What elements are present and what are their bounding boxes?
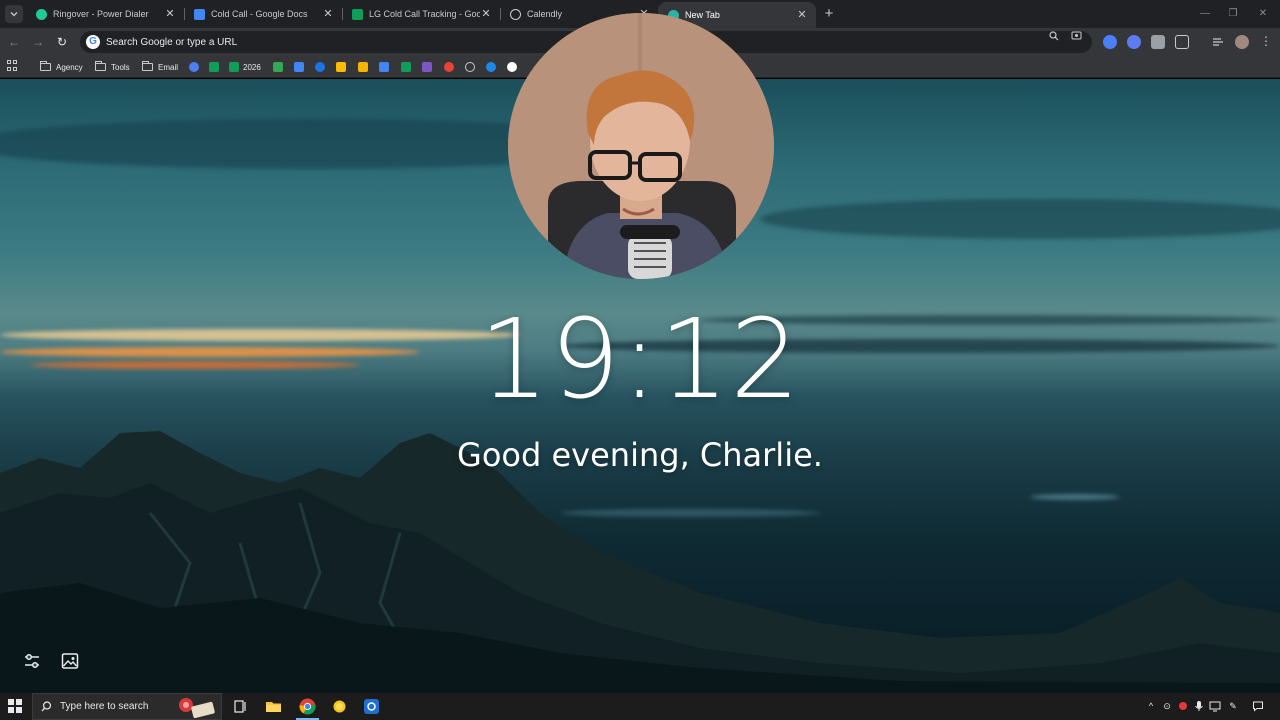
- bookmark-docs-icon[interactable]: [379, 62, 389, 72]
- reload-icon[interactable]: ↻: [53, 33, 71, 51]
- apps-grid-icon[interactable]: [7, 60, 19, 72]
- chevron-down-icon: [10, 12, 18, 17]
- bookmark-calendar-icon[interactable]: [294, 62, 304, 72]
- task-view-icon[interactable]: [232, 698, 249, 715]
- bookmark-folder-agency[interactable]: Agency: [40, 59, 83, 75]
- bookmark-label: Email: [158, 62, 179, 72]
- more-menu-icon[interactable]: ⋮: [1259, 35, 1273, 49]
- reading-list-icon[interactable]: [1211, 35, 1225, 49]
- restore-icon[interactable]: ❐: [1224, 5, 1242, 23]
- google-icon: G: [86, 35, 100, 49]
- close-icon[interactable]: ✕: [480, 8, 492, 20]
- zoom-icon[interactable]: [1046, 31, 1062, 47]
- pen-icon[interactable]: ✎: [1227, 700, 1239, 712]
- clock-time: 19:12: [478, 295, 801, 423]
- bookmark-meet-icon[interactable]: [315, 62, 325, 72]
- ringover-icon: [36, 8, 47, 20]
- webcam-overlay: [508, 13, 774, 279]
- tray-recording-icon[interactable]: [1177, 700, 1189, 712]
- forward-arrow-icon[interactable]: →: [29, 33, 47, 51]
- google-sheets-icon: [229, 62, 239, 72]
- minimize-icon[interactable]: —: [1196, 5, 1214, 23]
- search-icon: [41, 701, 52, 712]
- cast-icon[interactable]: [1068, 31, 1084, 47]
- bookmark-label: Agency: [56, 62, 83, 72]
- settings-gear-app-icon[interactable]: [363, 698, 380, 715]
- tab-title: Cold Call - Google Docs: [211, 9, 308, 19]
- bookmark-sheets-icon[interactable]: [401, 62, 411, 72]
- notification-center-icon[interactable]: [1252, 700, 1264, 712]
- tab-title: Ringover - Power Dialer: [53, 9, 149, 19]
- tray-app-icon[interactable]: ⊙: [1161, 700, 1173, 712]
- bookmark-folder-tools[interactable]: Tools: [95, 59, 130, 75]
- bookmark-red-icon[interactable]: [444, 62, 454, 72]
- bookmark-forms-icon[interactable]: [422, 62, 432, 72]
- google-sheets-icon: [352, 8, 363, 20]
- bookmark-edge-icon[interactable]: [486, 62, 496, 72]
- cloud: [760, 199, 1280, 239]
- tab-search-button[interactable]: [5, 5, 23, 23]
- bookmark-openai-icon[interactable]: [465, 62, 475, 72]
- file-explorer-icon[interactable]: [265, 698, 282, 715]
- bookmark-sheets-icon[interactable]: [209, 62, 219, 72]
- sun-app-icon[interactable]: [331, 698, 348, 715]
- close-icon[interactable]: ✕: [322, 8, 334, 20]
- close-icon[interactable]: ✕: [796, 9, 808, 21]
- tab-cold-call-tracking[interactable]: LG Cold Call Tracking - Google ✕: [342, 2, 500, 26]
- search-highlight-flowers-icon[interactable]: [176, 696, 218, 719]
- bookmark-maps-icon[interactable]: [273, 62, 283, 72]
- presenter-video: [508, 13, 774, 279]
- extension-screen-icon[interactable]: [1151, 35, 1165, 49]
- microphone-icon[interactable]: [1193, 700, 1205, 712]
- sliders-icon: [25, 653, 39, 669]
- bookmark-drive-icon[interactable]: [336, 62, 346, 72]
- extension-gear-icon[interactable]: [1103, 35, 1117, 49]
- bookmark-slides-icon[interactable]: [358, 62, 368, 72]
- tab-title: LG Cold Call Tracking - Google: [369, 9, 480, 19]
- tab-cold-call-doc[interactable]: Cold Call - Google Docs ✕: [184, 2, 342, 26]
- extension-circle-icon[interactable]: [1127, 35, 1141, 49]
- network-icon[interactable]: [1209, 700, 1221, 712]
- chrome-icon[interactable]: [299, 698, 316, 715]
- bookmark-label: 2026: [243, 62, 261, 72]
- windows-start-icon[interactable]: [8, 699, 22, 713]
- folder-icon: [95, 61, 106, 71]
- close-window-icon[interactable]: ✕: [1254, 5, 1272, 23]
- new-tab-button[interactable]: +: [820, 5, 838, 23]
- address-bar-placeholder: Search Google or type a URL: [106, 36, 238, 48]
- extensions-puzzle-icon[interactable]: [1175, 35, 1189, 49]
- taskbar-search-placeholder: Type here to search: [60, 701, 149, 712]
- folder-icon: [40, 61, 51, 71]
- bookmark-folder-email[interactable]: Email: [142, 59, 178, 75]
- windows-taskbar: Type here to search ^ ⊙ ✎: [0, 693, 1280, 720]
- customize-settings-button[interactable]: [22, 651, 44, 673]
- change-background-button[interactable]: [60, 651, 82, 673]
- google-docs-icon: [194, 8, 205, 20]
- show-hidden-icons-chevron[interactable]: ^: [1145, 700, 1157, 712]
- image-icon: [61, 653, 79, 669]
- tab-ringover[interactable]: Ringover - Power Dialer ✕: [26, 2, 184, 26]
- back-arrow-icon[interactable]: ←: [5, 33, 23, 51]
- bookmark-label: Tools: [111, 62, 130, 72]
- folder-icon: [142, 61, 153, 71]
- close-icon[interactable]: ✕: [164, 8, 176, 20]
- profile-avatar[interactable]: [1235, 35, 1249, 49]
- greeting-text: Good evening, Charlie.: [457, 436, 823, 474]
- bookmark-gear-icon[interactable]: [189, 62, 199, 72]
- bookmark-2026[interactable]: 2026: [229, 59, 261, 75]
